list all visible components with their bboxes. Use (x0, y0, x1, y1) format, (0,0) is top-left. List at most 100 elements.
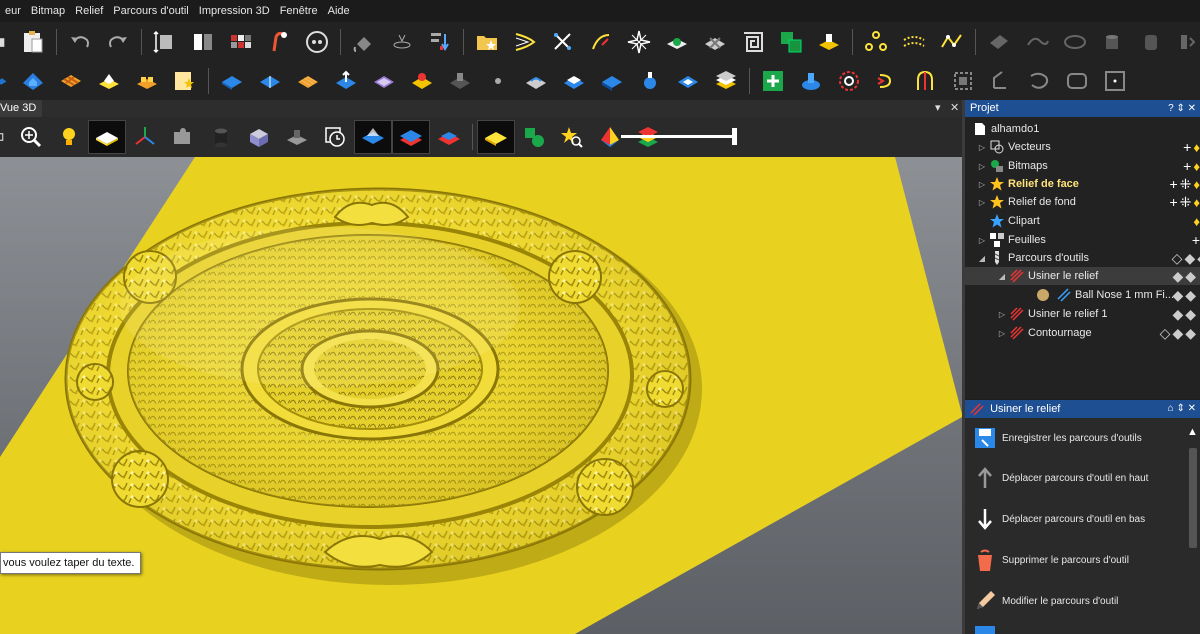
tooth-icon[interactable]: ◆ (1172, 268, 1183, 285)
relief-flat-icon[interactable] (669, 64, 707, 98)
toolpath-loop-icon[interactable] (1020, 64, 1058, 98)
view-relief-stack-icon[interactable] (392, 120, 430, 154)
star-search-icon[interactable] (553, 120, 591, 154)
toolpath-frame-icon[interactable] (1096, 64, 1134, 98)
project-panel-controls[interactable]: ? ⇕ ✕ (1168, 100, 1196, 117)
grid-icon[interactable]: ⁜ (1180, 176, 1192, 193)
relief-stripes-icon[interactable] (289, 64, 327, 98)
visibility-bulb-icon[interactable]: ♦ (1193, 214, 1200, 229)
tooth-icon[interactable]: ◆ (1185, 325, 1196, 342)
menu-window[interactable]: Fenêtre (275, 0, 323, 22)
menu-bitmap[interactable]: Bitmap (26, 0, 70, 22)
save-toolpaths-button[interactable]: Enregistrer les parcours d'outils (965, 420, 1185, 456)
paste-icon[interactable] (14, 25, 52, 59)
zoom-slider-handle[interactable] (732, 128, 737, 145)
relief-bulb-icon[interactable] (631, 64, 669, 98)
tree-item-front-relief[interactable]: ▷ Relief de face + ⁜ ♦ (977, 175, 1200, 193)
relief-smooth-icon[interactable] (517, 64, 555, 98)
undo-icon[interactable] (61, 25, 99, 59)
visibility-bulb-icon[interactable]: ♦ (1193, 140, 1200, 155)
offset-vector-icon[interactable] (658, 25, 696, 59)
add-icon[interactable]: + (1169, 176, 1177, 192)
fill-tool-icon[interactable] (345, 25, 383, 59)
add-icon[interactable]: + (1192, 232, 1200, 248)
relief-offset-icon[interactable] (555, 64, 593, 98)
tooth-outline-icon[interactable]: ◇ (1160, 325, 1171, 342)
tree-root[interactable]: alhamdo1 (970, 120, 1200, 138)
relief-partial-icon[interactable] (0, 64, 14, 98)
menu-3d-print[interactable]: Impression 3D (194, 0, 275, 22)
tab-pin-icon[interactable]: ▾ (935, 100, 941, 117)
expand-triangle-icon[interactable]: ▷ (977, 162, 987, 171)
nodes-icon[interactable] (857, 25, 895, 59)
add-toolpath-icon[interactable] (754, 64, 792, 98)
view-relief-blue-icon[interactable] (354, 120, 392, 154)
relief-plane-icon[interactable] (213, 64, 251, 98)
open-file-icon[interactable] (0, 25, 14, 59)
tab-3d-view[interactable]: Vue 3D (0, 100, 43, 117)
scrollbar-thumb[interactable] (1189, 448, 1197, 548)
add-icon[interactable]: + (1183, 139, 1191, 155)
tooth-icon[interactable]: ◆ (1172, 325, 1183, 342)
visibility-bulb-icon[interactable]: ♦ (1193, 159, 1200, 174)
weld-vector-icon[interactable] (810, 25, 848, 59)
view-yellow-plane-icon[interactable] (477, 120, 515, 154)
magnet-icon[interactable] (260, 25, 298, 59)
puzzle-icon[interactable] (164, 120, 202, 154)
add-icon[interactable]: + (1169, 194, 1177, 210)
tree-item-bitmaps[interactable]: ▷ Bitmaps + ♦ (977, 157, 1200, 175)
tree-item-ball-nose[interactable]: Ball Nose 1 mm Fi... ◆ ◆ (1033, 286, 1200, 304)
tooth-icon[interactable]: ◆ (1185, 268, 1196, 285)
view-relief-red-icon[interactable] (430, 120, 468, 154)
tooth-icon[interactable]: ◆ (1185, 306, 1196, 323)
dimensions-icon[interactable] (146, 25, 184, 59)
folder-star-icon[interactable] (468, 25, 506, 59)
3d-viewport[interactable] (0, 157, 962, 634)
vector-arrow-icon[interactable] (506, 25, 544, 59)
toolpath-tool-icon[interactable] (792, 64, 830, 98)
weave-vector-icon[interactable] (696, 25, 734, 59)
relief-star-frame-icon[interactable] (166, 64, 204, 98)
visibility-bulb-icon[interactable]: ♦ (1193, 195, 1200, 210)
tree-item-vectors[interactable]: ▷ Vecteurs + ♦ (977, 138, 1200, 156)
axes-icon[interactable] (126, 120, 164, 154)
cube-lilac-icon[interactable] (240, 120, 278, 154)
delete-toolpath-button[interactable]: Supprimer le parcours d'outil (965, 542, 1185, 578)
clock-view-icon[interactable] (316, 120, 354, 154)
tree-item-back-relief[interactable]: ▷ Relief de fond + ⁜ ♦ (977, 193, 1200, 211)
cylinder-dark-icon[interactable] (202, 120, 240, 154)
actions-scrollbar[interactable]: ▲ (1186, 426, 1200, 554)
zoom-icon[interactable] (12, 120, 50, 154)
menu-help[interactable]: Aide (323, 0, 355, 22)
tree-item-sheets[interactable]: ▷ Feuilles + (977, 231, 1200, 249)
toolpath-spiral-icon[interactable] (830, 64, 868, 98)
star-shape-icon[interactable] (620, 25, 658, 59)
relief-texture-icon[interactable] (593, 64, 631, 98)
tooth-icon[interactable]: ◆ (1172, 287, 1183, 304)
toolpath-box-icon[interactable] (944, 64, 982, 98)
relief-split-plane-icon[interactable] (251, 64, 289, 98)
collapse-triangle-icon[interactable]: ◢ (997, 272, 1007, 281)
tooth-icon[interactable]: ◆ (1185, 287, 1196, 304)
tooth-outline-icon[interactable]: ◇ (1172, 250, 1183, 267)
shapes-icon[interactable] (515, 120, 553, 154)
relief-dot-icon[interactable] (479, 64, 517, 98)
collapse-triangle-icon[interactable]: ◢ (977, 254, 987, 263)
relief-raise-icon[interactable] (327, 64, 365, 98)
expand-triangle-icon[interactable]: ▷ (977, 198, 987, 207)
relief-blocks-icon[interactable] (128, 64, 166, 98)
relief-stack-icon[interactable] (707, 64, 745, 98)
tab-close-icon[interactable]: ✕ (950, 100, 959, 117)
redo-icon[interactable] (99, 25, 137, 59)
relief-weave-icon[interactable] (52, 64, 90, 98)
relief-pyramid-icon[interactable] (90, 64, 128, 98)
sort-down-icon[interactable] (421, 25, 459, 59)
layers-circle-icon[interactable] (298, 25, 336, 59)
light-bulb-icon[interactable] (50, 120, 88, 154)
relief-fade-icon[interactable] (441, 64, 479, 98)
polyline-icon[interactable] (933, 25, 971, 59)
tooth-icon[interactable]: ◆ (1184, 250, 1195, 267)
move-toolpath-down-button[interactable]: Déplacer parcours d'outil en bas (965, 501, 1185, 537)
menu-toolpath[interactable]: Parcours d'outil (108, 0, 193, 22)
scroll-up-icon[interactable]: ▲ (1187, 426, 1198, 438)
